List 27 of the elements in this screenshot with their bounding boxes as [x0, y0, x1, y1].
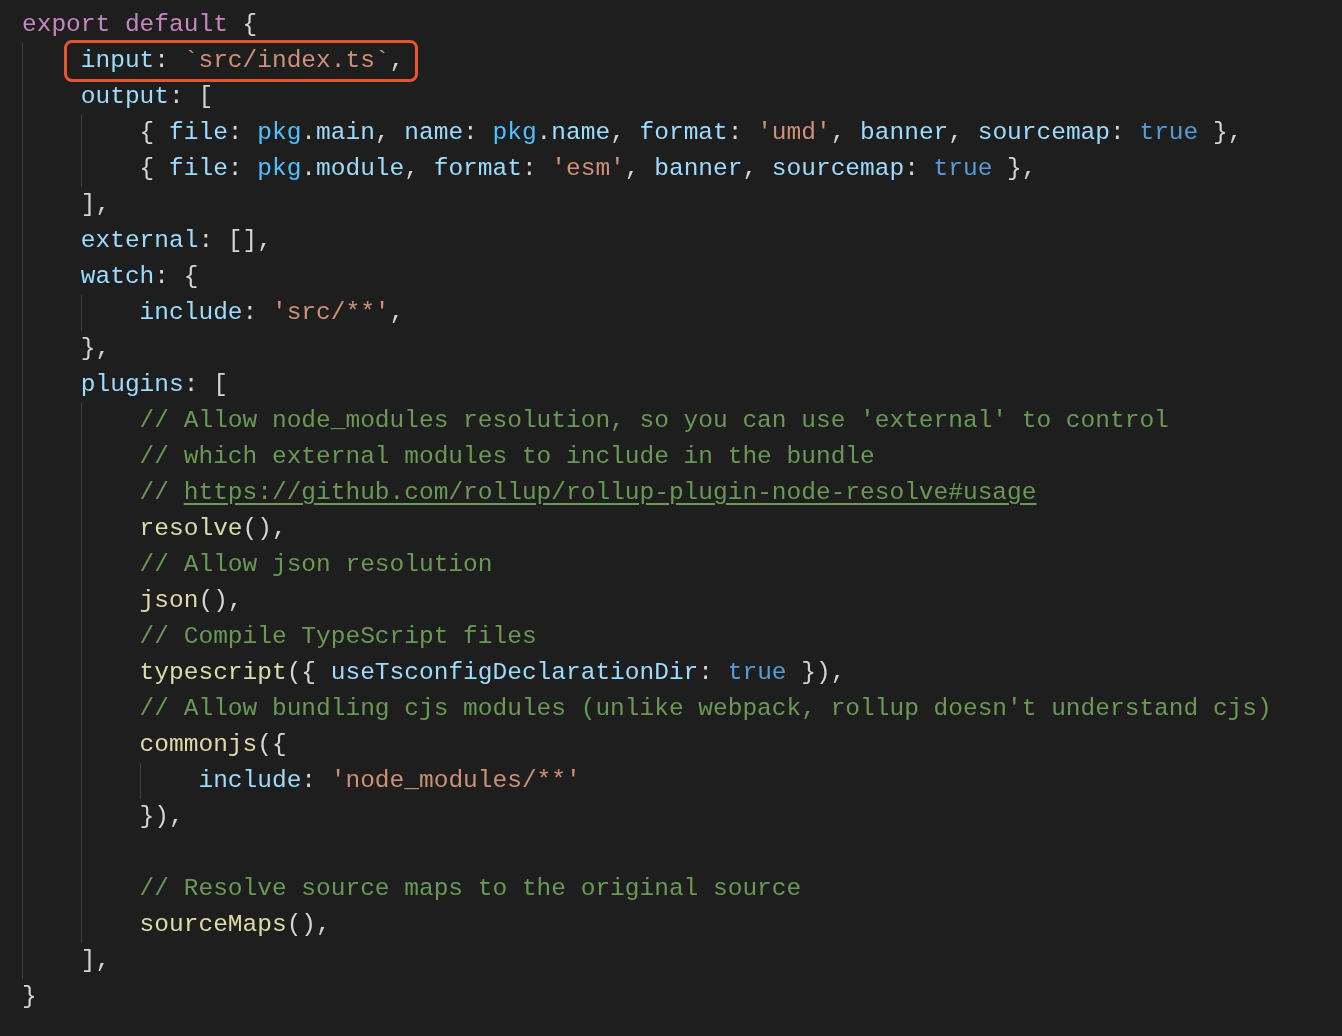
code-line: watch: {: [79, 262, 199, 292]
code-line: plugins: [: [79, 370, 228, 400]
code-line: { file: pkg.module, format: 'esm', banner, sourcemap: true },: [138, 154, 1037, 184]
code-line: input: `src/index.ts`,: [79, 46, 405, 76]
code-line: // which external modules to include in the bundle: [138, 442, 875, 472]
code-line: // Resolve source maps to the original source: [138, 874, 802, 904]
code-line: resolve(),: [138, 514, 287, 544]
code-line: ],: [79, 946, 111, 976]
code-line: },: [79, 334, 111, 364]
code-line: }),: [138, 802, 184, 832]
code-line: // Allow bundling cjs modules (unlike webpack, rollup doesn't understand cjs): [138, 694, 1272, 724]
code-line: include: 'node_modules/**': [197, 766, 581, 796]
code-line: }: [22, 982, 37, 1012]
code-line: sourceMaps(),: [138, 910, 331, 940]
code-line: commonjs({: [138, 730, 287, 760]
code-line: ],: [79, 190, 111, 220]
code-line: // https://github.com/rollup/rollup-plugin-node-resolve#usage: [138, 478, 1037, 508]
code-line: external: [],: [79, 226, 272, 256]
code-line: typescript({ useTsconfigDeclarationDir: true }),: [138, 658, 846, 688]
code-line: include: 'src/**',: [138, 298, 405, 328]
code-line: output: [: [79, 82, 214, 112]
code-line: // Compile TypeScript files: [138, 622, 537, 652]
code-line: { file: pkg.main, name: pkg.name, format: 'umd', banner, sourcemap: true },: [138, 118, 1243, 148]
code-line: // Allow json resolution: [138, 550, 493, 580]
code-line: // Allow node_modules resolution, so you can use 'external' to control: [138, 406, 1169, 436]
code-line: json(),: [138, 586, 243, 616]
code-line: export default {: [22, 10, 258, 40]
